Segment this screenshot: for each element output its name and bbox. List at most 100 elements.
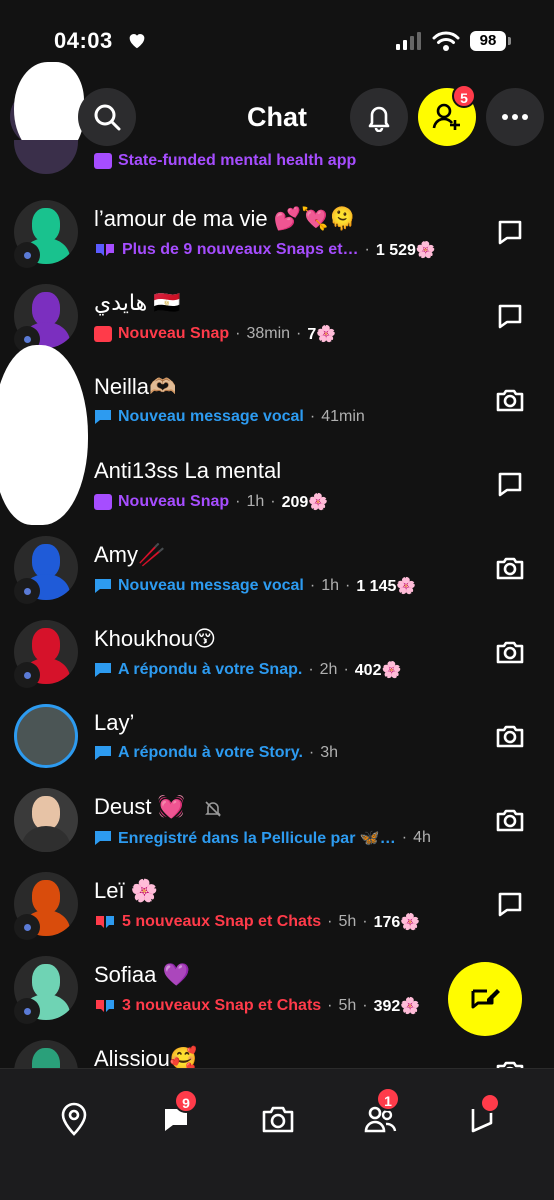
streak-count: 7🌸 — [307, 326, 337, 343]
nav-stories[interactable] — [462, 1093, 502, 1139]
friend-name: Leï 🌸 — [94, 878, 159, 903]
camera-nav-icon — [262, 1106, 294, 1133]
chat-row[interactable]: هايدي 🇪🇬 Nouveau Snap · 38min · 7🌸 — [0, 274, 554, 358]
saved-icon — [95, 831, 111, 845]
bitmoji-badge-icon — [14, 662, 40, 688]
new-snap-icon — [94, 326, 112, 342]
voice-message-icon — [95, 579, 111, 593]
map-pin-icon — [61, 1102, 87, 1136]
chat-preview: 3 nouveaux Snap et Chats · 5h · 392🌸 — [94, 996, 420, 1016]
chat-bubble-icon[interactable] — [494, 468, 526, 500]
friend-avatar — [14, 788, 78, 852]
status-bar: 04:03 98 — [0, 0, 554, 80]
more-icon — [502, 114, 528, 120]
notifications-button[interactable] — [350, 88, 408, 146]
bell-icon — [368, 106, 390, 132]
multiple-snaps-icon — [96, 1000, 114, 1012]
friend-name: Lay’ — [94, 710, 135, 735]
chat-time: 38min — [246, 325, 291, 342]
chat-row[interactable]: Amy🥢 Nouveau message vocal · 1h · 1 145🌸 — [0, 526, 554, 610]
chat-time: 1h — [246, 493, 265, 510]
camera-icon[interactable] — [494, 384, 526, 416]
compose-icon — [471, 989, 500, 1009]
nav-chat[interactable]: 9 — [156, 1089, 198, 1139]
stories-new-dot — [480, 1093, 500, 1113]
add-friend-button[interactable]: 5 — [418, 84, 476, 146]
chat-bubble-icon[interactable] — [494, 888, 526, 920]
friends-nav-badge: 1 — [376, 1087, 400, 1111]
replied-icon — [95, 746, 111, 760]
streak-count: 402🌸 — [354, 662, 402, 679]
streak-count: 392🌸 — [373, 998, 421, 1015]
nav-friends[interactable]: 1 — [360, 1087, 400, 1139]
friend-name: Deust 💓 — [94, 794, 185, 819]
chat-preview: State-funded mental health app — [94, 152, 356, 170]
bottom-navigation: 9 1 — [0, 1068, 554, 1200]
new-chat-button[interactable] — [448, 962, 522, 1036]
camera-icon[interactable] — [494, 636, 526, 668]
snap-status-icon — [94, 153, 112, 169]
friend-name: Neilla🫶🏼 — [94, 374, 177, 399]
camera-icon[interactable] — [494, 720, 526, 752]
chat-row[interactable]: Leï 🌸 5 nouveaux Snap et Chats · 5h · 17… — [0, 862, 554, 946]
new-snap-icon — [94, 494, 112, 510]
chat-time: 3h — [320, 744, 339, 761]
chat-row[interactable]: Lay’ A répondu à votre Story. · 3h — [0, 694, 554, 778]
voice-message-icon — [95, 410, 111, 424]
bitmoji-badge-icon — [14, 914, 40, 940]
chat-bubble-icon[interactable] — [494, 300, 526, 332]
chat-row[interactable]: State-funded mental health app — [0, 140, 554, 184]
streak-count: 1 145🌸 — [356, 578, 417, 595]
chat-row[interactable]: Khoukhou😚 A répondu à votre Snap. · 2h ·… — [0, 610, 554, 694]
battery-indicator: 98 — [470, 31, 506, 51]
chat-time: 4h — [413, 829, 431, 846]
nav-camera[interactable] — [258, 1099, 298, 1139]
chat-preview: Nouveau message vocal · 1h · 1 145🌸 — [94, 576, 416, 596]
wifi-icon — [432, 31, 460, 51]
chat-row[interactable]: l’amour de ma vie 💕💘🫠 Plus de 9 nouveaux… — [0, 190, 554, 274]
chat-row[interactable]: Alissiou🥰 — [0, 1030, 554, 1068]
friend-name: Sofiaa 💜 — [94, 962, 190, 987]
friend-name: Anti13ss La mental — [94, 458, 282, 483]
friend-avatar — [14, 140, 78, 174]
chat-time: 2h — [319, 661, 338, 678]
signal-icon — [396, 32, 421, 50]
friend-name: هايدي 🇪🇬 — [94, 290, 181, 315]
chat-row[interactable]: Deust 💓 Enregistré dans la Pellicule par… — [0, 778, 554, 862]
bitmoji-badge-icon — [14, 242, 40, 268]
camera-icon[interactable] — [494, 1056, 526, 1068]
streak-count: 1 529🌸 — [375, 242, 436, 259]
friend-name: Khoukhou😚 — [94, 626, 217, 651]
redaction-mark — [0, 345, 88, 525]
heart-icon — [129, 34, 145, 49]
friend-avatar — [14, 1040, 78, 1068]
status-time: 04:03 — [54, 28, 113, 53]
chat-preview: Nouveau Snap · 1h · 209🌸 — [94, 492, 328, 512]
streak-count: 209🌸 — [281, 494, 329, 511]
friend-name: Alissiou🥰 — [94, 1046, 198, 1068]
chat-preview: Nouveau Snap · 38min · 7🌸 — [94, 324, 336, 344]
nav-map[interactable] — [54, 1099, 94, 1139]
friend-name: l’amour de ma vie 💕💘🫠 — [94, 206, 356, 231]
streak-count: 176🌸 — [373, 914, 421, 931]
chat-time: 5h — [338, 997, 357, 1014]
multiple-snaps-icon — [96, 244, 114, 256]
story-avatar[interactable] — [14, 704, 78, 768]
chat-preview: 5 nouveaux Snap et Chats · 5h · 176🌸 — [94, 912, 420, 932]
more-options-button[interactable] — [486, 88, 544, 146]
replied-icon — [95, 663, 111, 677]
chat-list[interactable]: State-funded mental health app l’amour d… — [0, 140, 554, 1068]
chat-time: 41min — [321, 408, 365, 425]
multiple-snaps-icon — [96, 916, 114, 928]
chat-preview: A répondu à votre Snap. · 2h · 402🌸 — [94, 660, 401, 680]
chat-time: 1h — [321, 577, 339, 594]
bitmoji-badge-icon — [14, 998, 40, 1024]
camera-icon[interactable] — [494, 804, 526, 836]
camera-icon[interactable] — [494, 552, 526, 584]
chat-preview: Enregistré dans la Pellicule par 🦋… · 4h — [94, 828, 431, 848]
add-friend-badge: 5 — [452, 84, 476, 108]
chat-preview: A répondu à votre Story. · 3h — [94, 744, 338, 762]
muted-bell-icon — [205, 801, 221, 817]
chat-preview: Nouveau message vocal · 41min — [94, 408, 365, 426]
chat-bubble-icon[interactable] — [494, 216, 526, 248]
